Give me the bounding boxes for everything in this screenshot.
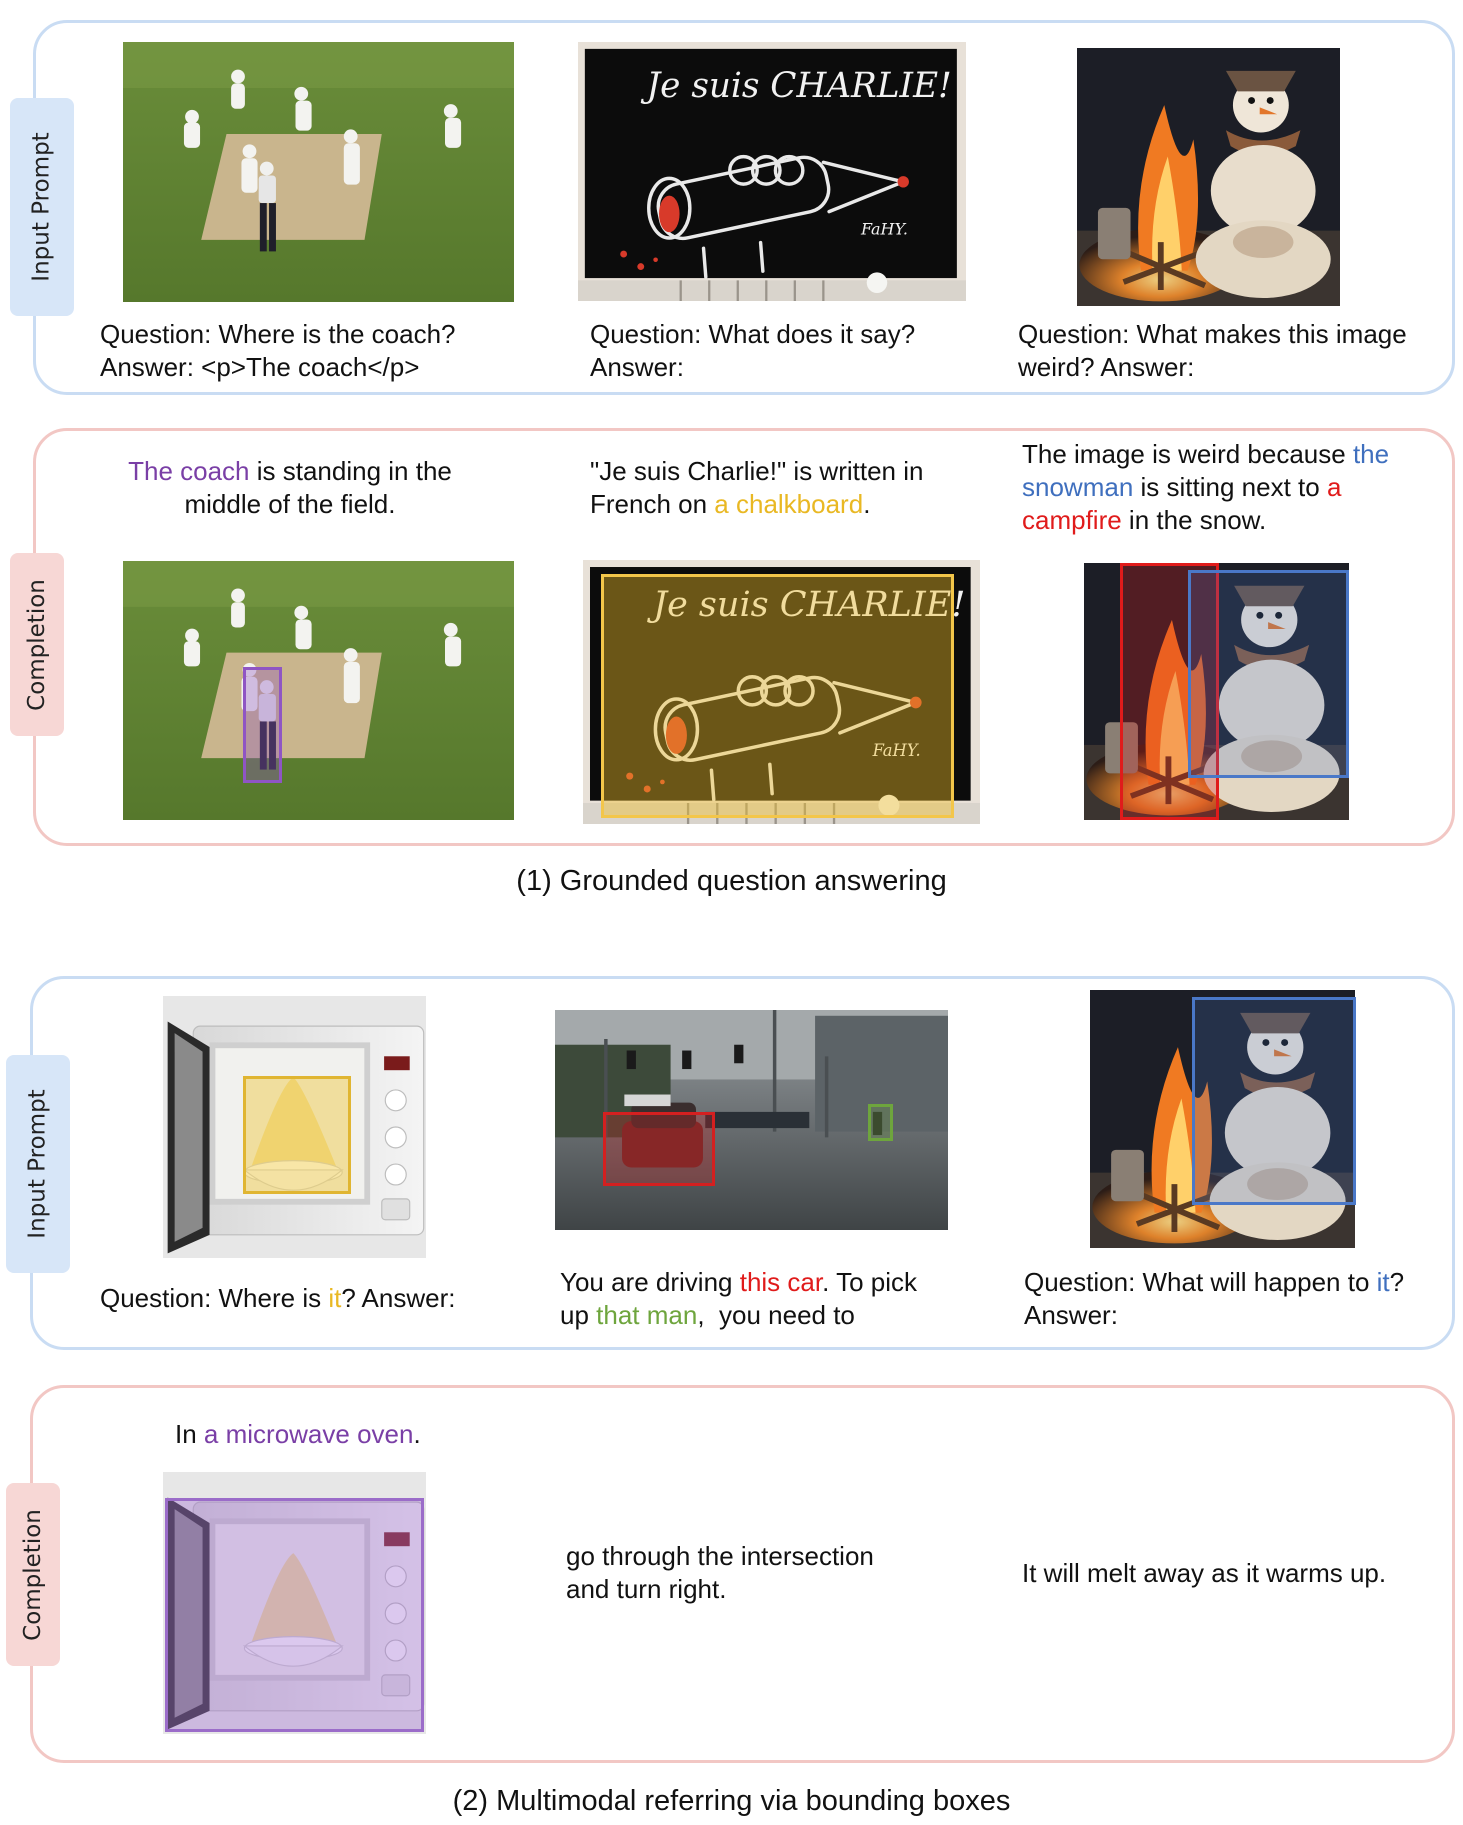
- snowman-ref-bbox: [1192, 997, 1356, 1205]
- s2-question-2: You are driving this car. To pick up tha…: [560, 1267, 917, 1330]
- s2-input-tab: Input Prompt: [6, 1055, 70, 1273]
- s1-question-1: Question: Where is the coach? Answer: <p…: [100, 319, 456, 382]
- s2-question-1: Question: Where is it? Answer:: [100, 1283, 456, 1313]
- chalk-signature: FaHY.: [860, 219, 908, 238]
- snowman-bbox: [1188, 570, 1349, 778]
- chalkboard-bbox: [601, 574, 954, 818]
- s1-question-3: Question: What makes this image weird? A…: [1018, 319, 1407, 382]
- s2-caption: (2) Multimodal referring via bounding bo…: [452, 1785, 1011, 1817]
- s1-input-tab-label: Input Prompt: [29, 132, 56, 282]
- s1-completion-tab: Completion: [10, 553, 64, 736]
- s1-question-2: Question: What does it say? Answer:: [590, 319, 916, 382]
- chalkboard-photo: Je suis CHARLIE! FaHY.: [578, 42, 966, 301]
- microwave-bbox: [165, 1498, 424, 1732]
- snowman-photo: [1077, 48, 1340, 306]
- s2-completion-tab: Completion: [6, 1483, 60, 1666]
- s2-question-3: Question: What will happen to it? Answer…: [1024, 1267, 1405, 1330]
- s1-answer-3: The image is weird because the snowman i…: [1022, 439, 1390, 535]
- cricket-photo: [123, 42, 514, 302]
- s2-answer-3: It will melt away as it warms up.: [1022, 1558, 1387, 1588]
- s1-input-tab: Input Prompt: [10, 98, 74, 316]
- dessert-bbox: [243, 1076, 351, 1194]
- s2-completion-tab-label: Completion: [20, 1508, 47, 1641]
- s2-answer-1: In a microwave oven.: [175, 1419, 421, 1449]
- man-bbox: [868, 1104, 893, 1141]
- s1-caption: (1) Grounded question answering: [516, 865, 947, 897]
- cricket-photo-grounded: [123, 561, 514, 820]
- s2-answer-2: go through the intersection and turn rig…: [566, 1541, 874, 1604]
- s1-answer-2: "Je suis Charlie!" is written in French …: [590, 456, 924, 519]
- car-bbox: [603, 1112, 715, 1186]
- chalk-text: Je suis CHARLIE!: [640, 66, 951, 106]
- coach-bbox: [243, 667, 282, 783]
- s1-completion-tab-label: Completion: [24, 578, 51, 711]
- s2-input-tab-label: Input Prompt: [25, 1089, 52, 1239]
- s1-answer-1: The coach is standing in the middle of t…: [128, 456, 452, 519]
